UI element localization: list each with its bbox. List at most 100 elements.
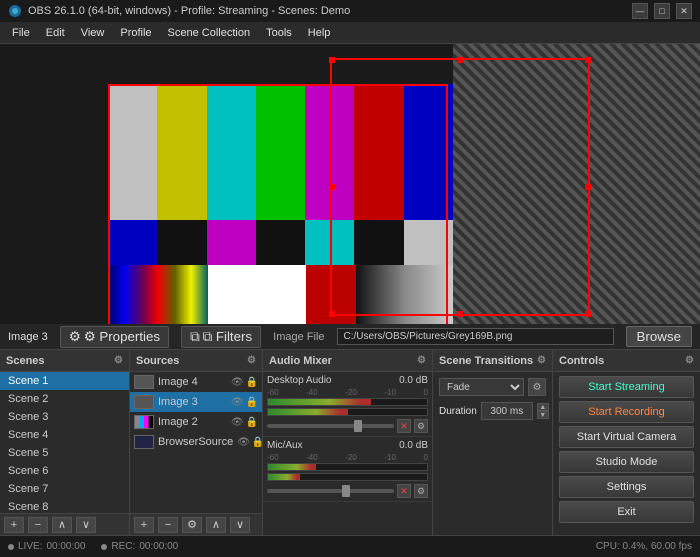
scene-up-button[interactable]: ∧ — [52, 517, 72, 533]
mic-aux-meter — [267, 463, 428, 471]
source-name-label: BrowserSource — [158, 436, 233, 448]
controls-panel: Controls ⚙ Start Streaming Start Recordi… — [553, 350, 700, 535]
source-eye-icon[interactable]: 👁 — [231, 377, 244, 388]
source-item[interactable]: Image 3 👁 🔒 — [130, 392, 262, 412]
browse-button[interactable]: Browse — [626, 326, 692, 347]
source-name-label: Image 4 — [158, 376, 198, 388]
studio-mode-button[interactable]: Studio Mode — [559, 451, 694, 473]
audio-settings-icon[interactable]: ⚙ — [417, 355, 426, 366]
source-up-button[interactable]: ∧ — [206, 517, 226, 533]
scene-remove-button[interactable]: − — [28, 517, 48, 533]
sources-settings-icon[interactable]: ⚙ — [247, 355, 256, 366]
source-add-button[interactable]: + — [134, 517, 154, 533]
source-thumbnail — [134, 435, 154, 449]
menu-tools[interactable]: Tools — [258, 25, 300, 41]
source-eye-icon[interactable]: 👁 — [231, 417, 244, 428]
close-button[interactable]: ✕ — [676, 3, 692, 19]
duration-down-button[interactable]: ▼ — [537, 411, 549, 419]
mic-aux-meter-2 — [267, 473, 428, 481]
image-file-label: Image File — [273, 331, 324, 343]
desktop-mute-button[interactable]: ✕ — [397, 419, 411, 433]
maximize-button[interactable]: □ — [654, 3, 670, 19]
duration-input[interactable] — [481, 402, 533, 420]
app-icon — [8, 4, 22, 18]
smpte-selection — [108, 84, 448, 324]
start-virtual-camera-button[interactable]: Start Virtual Camera — [559, 426, 694, 448]
scene-item[interactable]: Scene 2 — [0, 390, 129, 408]
source-lock-icon[interactable]: 🔒 — [246, 377, 258, 388]
source-lock-icon[interactable]: 🔒 — [246, 397, 258, 408]
control-buttons-container: Start Streaming Start Recording Start Vi… — [553, 372, 700, 535]
mic-mute-button[interactable]: ✕ — [397, 484, 411, 498]
scene-item[interactable]: Scene 6 — [0, 462, 129, 480]
source-thumbnail — [134, 395, 154, 409]
cpu-info: CPU: 0.4%, 60.00 fps — [596, 541, 692, 552]
mic-aux-channel: Mic/Aux 0.0 dB -60 -40 -20 -10 0 ✕ — [263, 437, 432, 502]
scenes-settings-icon[interactable]: ⚙ — [114, 355, 123, 366]
live-status: LIVE: 00:00:00 — [8, 541, 85, 552]
scene-item[interactable]: Scene 8 — [0, 498, 129, 513]
minimize-button[interactable]: — — [632, 3, 648, 19]
source-item[interactable]: Image 2 👁 🔒 — [130, 412, 262, 432]
window-title: OBS 26.1.0 (64-bit, windows) - Profile: … — [28, 5, 632, 17]
scene-item[interactable]: Scene 3 — [0, 408, 129, 426]
menu-edit[interactable]: Edit — [38, 25, 73, 41]
status-bar: LIVE: 00:00:00 REC: 00:00:00 CPU: 0.4%, … — [0, 535, 700, 557]
menu-view[interactable]: View — [73, 25, 113, 41]
source-lock-icon[interactable]: 🔒 — [252, 437, 262, 448]
source-eye-icon[interactable]: 👁 — [237, 437, 250, 448]
desktop-audio-settings[interactable]: ⚙ — [414, 419, 428, 433]
sources-list: Image 4 👁 🔒 Image 3 👁 🔒 Image 2 👁 — [130, 372, 262, 513]
menu-profile[interactable]: Profile — [112, 25, 159, 41]
menu-bar: File Edit View Profile Scene Collection … — [0, 22, 700, 44]
scenes-panel-header: Scenes ⚙ — [0, 350, 129, 372]
source-item[interactable]: BrowserSource 👁 🔒 — [130, 432, 262, 452]
controls-settings-icon[interactable]: ⚙ — [685, 355, 694, 366]
mic-aux-slider[interactable] — [267, 489, 394, 493]
transition-gear-button[interactable]: ⚙ — [528, 378, 546, 396]
rec-status: REC: 00:00:00 — [101, 541, 178, 552]
source-item[interactable]: Image 4 👁 🔒 — [130, 372, 262, 392]
settings-button[interactable]: Settings — [559, 476, 694, 498]
file-path-input[interactable] — [337, 328, 614, 345]
source-lock-icon[interactable]: 🔒 — [246, 417, 258, 428]
mic-aux-label: Mic/Aux — [267, 440, 303, 451]
source-remove-button[interactable]: − — [158, 517, 178, 533]
preview-area — [0, 44, 700, 324]
start-streaming-button[interactable]: Start Streaming — [559, 376, 694, 398]
source-thumbnail — [134, 375, 154, 389]
desktop-audio-meter — [267, 398, 428, 406]
transitions-settings-icon[interactable]: ⚙ — [537, 355, 546, 366]
duration-up-button[interactable]: ▲ — [537, 403, 549, 411]
mic-audio-settings[interactable]: ⚙ — [414, 484, 428, 498]
sources-panel: Sources ⚙ Image 4 👁 🔒 Image 3 👁 🔒 — [130, 350, 263, 535]
exit-button[interactable]: Exit — [559, 501, 694, 523]
scene-item[interactable]: Scene 7 — [0, 480, 129, 498]
source-down-button[interactable]: ∨ — [230, 517, 250, 533]
scene-item[interactable]: Scene 5 — [0, 444, 129, 462]
source-settings-button[interactable]: ⚙ — [182, 517, 202, 533]
source-eye-icon[interactable]: 👁 — [231, 397, 244, 408]
gear-icon: ⚙ — [69, 329, 81, 345]
menu-file[interactable]: File — [4, 25, 38, 41]
filters-button[interactable]: ⧉ ⧉ Filters — [181, 326, 261, 348]
scene-list: Scene 1 Scene 2 Scene 3 Scene 4 Scene 5 … — [0, 372, 129, 513]
menu-help[interactable]: Help — [300, 25, 339, 41]
desktop-audio-channel: Desktop Audio 0.0 dB -60 -40 -20 -10 0 ✕ — [263, 372, 432, 437]
scene-item[interactable]: Scene 4 — [0, 426, 129, 444]
duration-spinner: ▲ ▼ — [537, 403, 549, 419]
desktop-audio-slider[interactable] — [267, 424, 394, 428]
rec-time: 00:00:00 — [139, 541, 178, 552]
source-info-bar: Image 3 ⚙ ⚙ Properties ⧉ ⧉ Filters Image… — [0, 324, 700, 350]
desktop-audio-meter-2 — [267, 408, 428, 416]
properties-button[interactable]: ⚙ ⚙ Properties — [60, 326, 169, 348]
start-recording-button[interactable]: Start Recording — [559, 401, 694, 423]
transition-type-select[interactable]: Fade Cut Swipe Slide Stinger Luma Wipe — [439, 378, 524, 396]
scene-item[interactable]: Scene 1 — [0, 372, 129, 390]
source-name-label: Image 2 — [158, 416, 198, 428]
scene-down-button[interactable]: ∨ — [76, 517, 96, 533]
scene-add-button[interactable]: + — [4, 517, 24, 533]
live-time: 00:00:00 — [46, 541, 85, 552]
menu-scene-collection[interactable]: Scene Collection — [160, 25, 259, 41]
transitions-panel: Scene Transitions ⚙ Fade Cut Swipe Slide… — [433, 350, 553, 535]
